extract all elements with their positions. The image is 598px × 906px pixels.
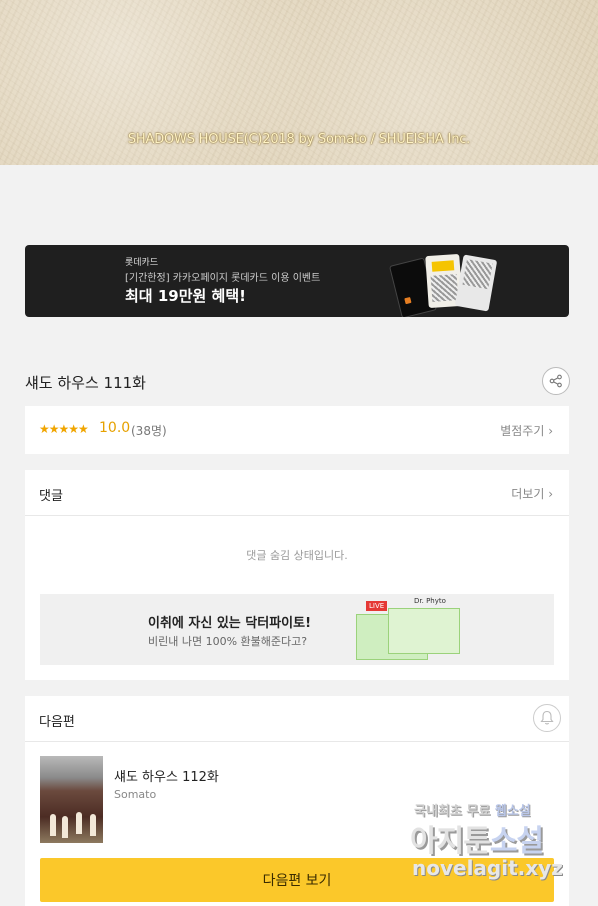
rating-count: (38명) bbox=[131, 424, 167, 438]
bell-icon bbox=[540, 710, 554, 725]
ad-product-image bbox=[388, 608, 460, 654]
next-heading: 다음편 bbox=[39, 715, 75, 730]
episode-title: 섀도 하우스 111화 bbox=[25, 374, 146, 392]
comments-hidden-message: 댓글 숨김 상태입니다. bbox=[246, 549, 348, 562]
manga-card-image bbox=[454, 254, 498, 312]
next-episode-author: Somato bbox=[114, 788, 157, 801]
rating-panel: ★★★★★ 10.0 (38명) 별점주기 › bbox=[25, 406, 569, 454]
comments-heading: 댓글 bbox=[39, 489, 63, 504]
promo-banner[interactable]: 롯데카드 [기간한정] 카카오페이지 롯데카드 이용 이벤트 최대 19만원 혜… bbox=[25, 245, 569, 317]
card-illustration bbox=[365, 247, 515, 317]
hero-image: SHADOWS HOUSE(C)2018 by Somato / SHUEISH… bbox=[0, 0, 598, 165]
rating-stars: ★★★★★ bbox=[39, 422, 89, 436]
comments-panel: 댓글 더보기 › 댓글 숨김 상태입니다. 이취에 자신 있는 닥터파이토! 비… bbox=[25, 470, 569, 680]
next-episode-button[interactable]: 다음편 보기 bbox=[40, 858, 554, 902]
copyright-text: SHADOWS HOUSE(C)2018 by Somato / SHUEISH… bbox=[127, 132, 471, 147]
share-icon bbox=[549, 374, 562, 388]
ad-brand: Dr. Phyto bbox=[414, 597, 446, 605]
ad-title: 이취에 자신 있는 닥터파이토! bbox=[148, 616, 312, 631]
comments-more-link[interactable]: 더보기 › bbox=[511, 485, 553, 502]
banner-brand: 롯데카드 bbox=[125, 258, 159, 268]
share-button[interactable] bbox=[542, 367, 570, 395]
divider bbox=[25, 741, 569, 742]
next-episode-title[interactable]: 섀도 하우스 112화 bbox=[114, 766, 219, 785]
rating-score: 10.0 bbox=[99, 420, 131, 436]
next-episode-panel: 다음편 섀도 하우스 112화 Somato 다음편 보기 bbox=[25, 696, 569, 906]
rate-button[interactable]: 별점주기 › bbox=[500, 422, 553, 439]
banner-headline: 최대 19만원 혜택! bbox=[125, 287, 246, 305]
ad-banner[interactable]: 이취에 자신 있는 닥터파이토! 비린내 나면 100% 환불해준다고? LIV… bbox=[40, 594, 554, 665]
next-episode-thumbnail[interactable] bbox=[40, 756, 103, 843]
notify-button[interactable] bbox=[533, 704, 561, 732]
banner-subtitle: [기간한정] 카카오페이지 롯데카드 이용 이벤트 bbox=[125, 273, 321, 284]
divider bbox=[25, 515, 569, 516]
live-badge: LIVE bbox=[366, 601, 388, 611]
ad-subtitle: 비린내 나면 100% 환불해준다고? bbox=[148, 635, 308, 648]
